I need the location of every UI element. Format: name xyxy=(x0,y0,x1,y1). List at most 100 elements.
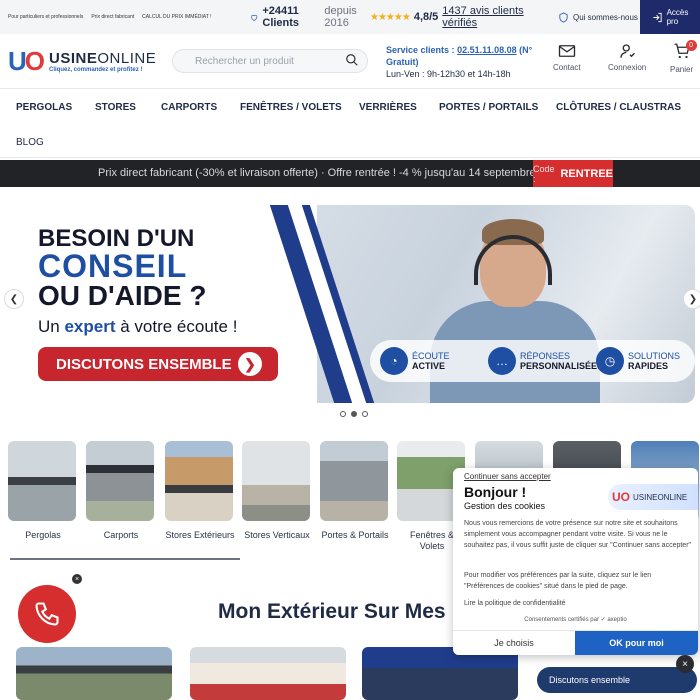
banner-subtitle: Un expert à votre écoute ! xyxy=(38,317,238,336)
phone-icon xyxy=(35,602,59,626)
cart-label: Panier xyxy=(670,65,694,74)
contact-label: Contact xyxy=(553,63,581,72)
axeptio-certification: Consentements certifiés par ✓ axeptio xyxy=(524,617,627,623)
cookie-paragraph-2: Pour modifier vos préférences par la sui… xyxy=(464,572,652,590)
nav-stores[interactable]: STORES xyxy=(95,102,136,113)
nav-carports[interactable]: CARPORTS xyxy=(161,102,217,113)
logo-name: USINEONLINE xyxy=(49,50,157,67)
login-button[interactable]: Connexion xyxy=(608,42,646,72)
logo-tagline: Cliquez, commandez et profitez ! xyxy=(49,67,143,73)
pro-label-1: Accès xyxy=(666,8,689,17)
section-title: Mon Extérieur Sur Mes xyxy=(218,600,446,623)
top-links: Pour particuliers et professionnels Prix… xyxy=(0,14,250,20)
customer-service: Service clients : 02.51.11.08.08 (N° Gra… xyxy=(386,44,536,80)
pro-access-button[interactable]: Accès pro xyxy=(640,0,700,34)
search-icon[interactable] xyxy=(345,53,359,67)
category-image xyxy=(320,441,388,521)
nav-verrieres[interactable]: VERRIÈRES xyxy=(359,102,417,113)
hero-banner[interactable]: BESOIN D'UN CONSEIL OU D'AIDE ? Un exper… xyxy=(12,205,695,403)
pro-label-2: pro xyxy=(666,17,679,26)
top-link-prix[interactable]: Prix direct fabricant xyxy=(91,14,134,20)
chevron-right-icon: ❯ xyxy=(238,352,262,376)
mail-icon xyxy=(558,45,575,57)
category-label: Portes & Portails xyxy=(321,530,389,540)
close-icon[interactable]: × xyxy=(72,574,82,584)
banner-cta-button[interactable]: DISCUTONS ENSEMBLE ❯ xyxy=(38,347,278,381)
main-nav: PERGOLAS STORES CARPORTS FENÊTRES / VOLE… xyxy=(0,88,700,158)
stars-icon: ★★★★★ xyxy=(370,11,411,23)
service-phone-link[interactable]: 02.51.11.08.08 xyxy=(457,45,517,55)
category-image xyxy=(86,441,154,521)
logo-mark: UO xyxy=(8,46,45,76)
cookie-title: Bonjour ! xyxy=(464,484,527,500)
shield-icon xyxy=(559,11,568,23)
continue-without-accepting-link[interactable]: Continuer sans accepter xyxy=(464,472,551,481)
promo-code-value: RENTREE xyxy=(560,167,613,180)
nav-portes[interactable]: PORTES / PORTAILS xyxy=(439,102,538,113)
privacy-policy-link[interactable]: Lire la politique de confidentialité xyxy=(464,598,692,609)
category-pergolas[interactable]: Pergolas xyxy=(8,441,78,541)
feature-reponses: … RÉPONSES PERSONNALISÉES xyxy=(478,347,603,375)
stopwatch-icon: ◷ xyxy=(596,347,624,375)
chevron-left-icon: ❮ xyxy=(9,293,19,305)
nav-pergolas[interactable]: PERGOLAS xyxy=(16,102,72,113)
product-card[interactable] xyxy=(190,647,346,700)
chat-button[interactable]: Discutons ensemble xyxy=(537,667,697,693)
nav-fenetres[interactable]: FENÊTRES / VOLETS xyxy=(240,102,342,113)
close-icon[interactable]: × xyxy=(676,655,694,673)
chat-label: Discutons ensemble xyxy=(549,675,631,685)
category-label: Pergolas xyxy=(25,530,61,540)
category-stores-verticaux[interactable]: Stores Verticaux xyxy=(242,441,312,541)
slider-prev-button[interactable]: ❮ xyxy=(4,289,24,309)
cart-count-badge: 0 xyxy=(685,40,697,51)
category-stores-exterieurs[interactable]: Stores Extérieurs xyxy=(165,441,235,541)
cookie-dialog: Continuer sans accepter Bonjour ! Gestio… xyxy=(453,468,698,655)
service-hours: Lun-Ven : 9h-12h30 et 14h-18h xyxy=(386,69,511,79)
promo-code[interactable]: Code : RENTREE xyxy=(533,160,613,187)
category-image xyxy=(165,441,233,521)
slider-dot-active[interactable] xyxy=(351,411,357,417)
banner-cta-label: DISCUTONS ENSEMBLE xyxy=(56,355,232,373)
banner-heading-3: OU D'AIDE ? xyxy=(38,280,207,311)
slider-next-button[interactable]: ❯ xyxy=(683,289,700,309)
slider-dots xyxy=(340,411,368,417)
category-label: Carports xyxy=(103,530,139,540)
who-link[interactable]: Qui sommes-nous xyxy=(558,11,644,23)
rating-value: 4,8/5 xyxy=(413,11,439,23)
ear-icon: ◔ xyxy=(380,347,408,375)
cookie-subtitle: Gestion des cookies xyxy=(464,501,546,511)
heart-icon xyxy=(251,14,258,21)
cookie-buttons: Je choisis OK pour moi xyxy=(453,630,698,655)
user-icon xyxy=(620,44,636,58)
accept-button[interactable]: OK pour moi xyxy=(575,631,698,655)
clients-count: +24411 Clients depuis 2016 xyxy=(250,5,370,29)
top-link-particuliers[interactable]: Pour particuliers et professionnels xyxy=(8,14,83,20)
category-scrollbar[interactable] xyxy=(10,558,240,560)
search-input[interactable]: Rechercher un produit xyxy=(172,49,368,73)
cart-button[interactable]: 0 Panier xyxy=(670,40,697,74)
who-label: Qui sommes-nous xyxy=(573,12,638,22)
call-button[interactable] xyxy=(18,585,76,643)
chevron-right-icon: ❯ xyxy=(688,293,698,305)
top-link-calcul[interactable]: CALCUL DU PRIX IMMÉDIAT ! xyxy=(142,14,211,20)
feature-solutions: ◷ SOLUTIONS RAPIDES xyxy=(586,347,694,375)
slider-dot[interactable] xyxy=(340,411,346,417)
slider-dot[interactable] xyxy=(362,411,368,417)
promo-code-label: Code : xyxy=(533,163,555,184)
contact-button[interactable]: Contact xyxy=(553,42,581,72)
product-card[interactable] xyxy=(16,647,172,700)
nav-clotures[interactable]: CLÔTURES / CLAUSTRAS xyxy=(556,102,681,113)
clients-number: +24411 Clients xyxy=(262,5,300,29)
category-portes-portails[interactable]: Portes & Portails xyxy=(320,441,390,541)
choose-button[interactable]: Je choisis xyxy=(453,631,575,655)
site-logo[interactable]: UO USINEONLINE Cliquez, commandez et pro… xyxy=(8,46,156,77)
top-bar: Pour particuliers et professionnels Prix… xyxy=(0,0,700,34)
reviews-link[interactable]: 1437 avis clients vérifiés xyxy=(442,5,550,29)
nav-blog[interactable]: BLOG xyxy=(16,137,44,148)
chat-bubble-icon: … xyxy=(488,347,516,375)
login-label: Connexion xyxy=(608,63,647,72)
promo-text: Prix direct fabricant (-30% et livraison… xyxy=(98,167,536,179)
login-icon xyxy=(652,12,662,22)
category-image xyxy=(8,441,76,521)
category-carports[interactable]: Carports xyxy=(86,441,156,541)
